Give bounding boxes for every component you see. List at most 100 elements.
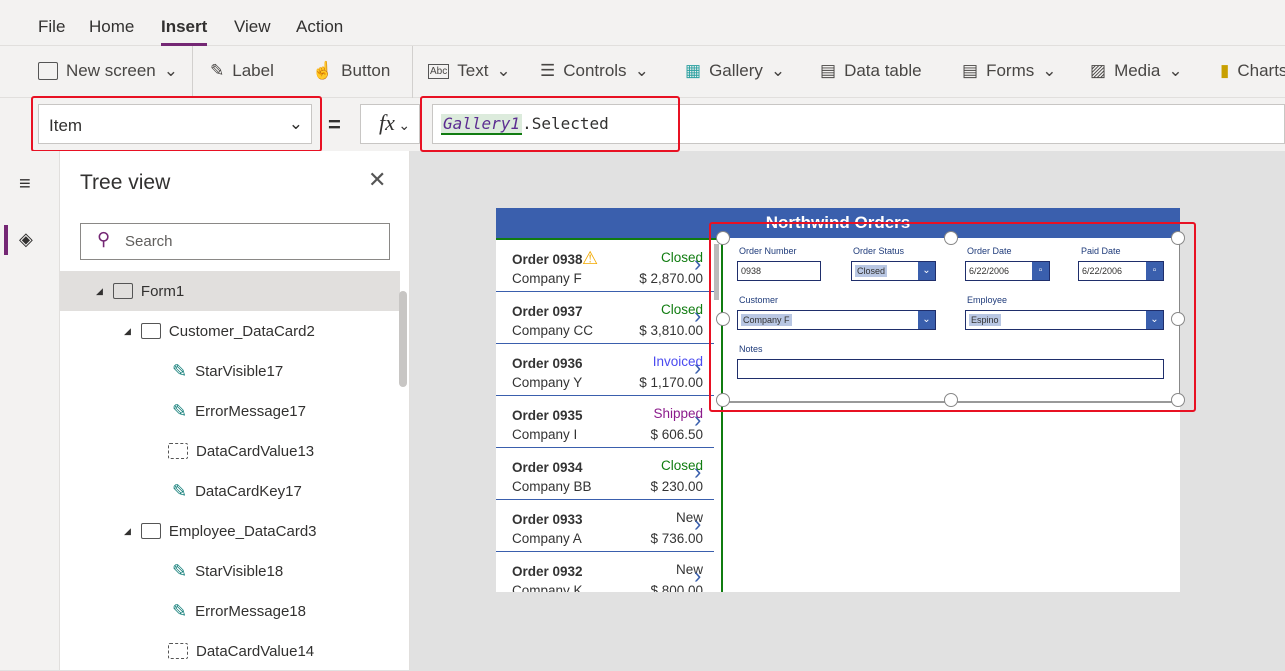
chevron-right-icon[interactable]: › (694, 357, 706, 379)
tree-node[interactable]: ✎ DataCardKey17 (60, 471, 400, 511)
chevron-right-icon[interactable]: › (694, 565, 706, 587)
media-button[interactable]: ▨ Media ⌄ (1090, 61, 1183, 81)
menu-home[interactable]: Home (89, 17, 134, 37)
forms-button[interactable]: ▤ Forms ⌄ (962, 61, 1056, 81)
node-label: Employee_DataCard3 (168, 522, 317, 540)
menu-action[interactable]: Action (296, 17, 343, 37)
close-icon[interactable]: ✕ (368, 167, 386, 193)
charts-label: Charts (1237, 61, 1285, 80)
node-label: StarVisible18 (195, 562, 284, 580)
data-table-button[interactable]: ▤ Data table (820, 61, 922, 81)
form-icon: ▤ (962, 61, 979, 80)
text-button[interactable]: Abc Text ⌄ (428, 61, 511, 81)
menu-bar: File Home Insert View Action (0, 0, 1285, 47)
tree-node[interactable]: ✎ StarVisible18 (60, 551, 400, 591)
resize-handle[interactable] (944, 393, 958, 407)
company: Company F (512, 271, 582, 286)
datacard-icon (140, 523, 161, 539)
chevron-right-icon[interactable]: › (694, 461, 706, 483)
gallery-row[interactable]: Order 0935 Company I Shipped $ 606.50 › (496, 396, 714, 448)
order-number: Order 0932 (512, 564, 583, 579)
node-label: Customer_DataCard2 (168, 322, 315, 340)
edit-icon: ✎ (172, 560, 188, 581)
ribbon-toolbar: New screen ⌄ ✎ Label ☝ Button Abc Text ⌄ ☰ Con… (0, 46, 1285, 98)
tree-node[interactable]: ◢ Customer_DataCard2 (60, 311, 400, 351)
node-label: DataCardValue14 (196, 642, 315, 660)
sliders-icon: ☰ (540, 61, 556, 80)
fx-button[interactable]: fx ⌄ (360, 104, 420, 144)
order-number: Order 0936 (512, 356, 583, 371)
hamburger-icon[interactable]: ≡ (19, 173, 31, 196)
left-rail: ≡ ◈ (0, 151, 60, 670)
search-icon: ⚲ (97, 229, 111, 249)
scrollbar[interactable] (399, 291, 407, 387)
controls-button[interactable]: ☰ Controls ⌄ (540, 61, 649, 81)
controls-label: Controls (563, 61, 627, 80)
resize-handle[interactable] (1171, 393, 1185, 407)
chevron-down-icon: ⌄ (770, 61, 786, 80)
forms-label: Forms (986, 61, 1035, 80)
divider (192, 46, 193, 98)
resize-handle[interactable] (944, 231, 958, 245)
tree-node[interactable]: ✎ ErrorMessage17 (60, 391, 400, 431)
chevron-right-icon[interactable]: › (694, 409, 706, 431)
node-label: Form1 (140, 282, 185, 300)
label-button[interactable]: ✎ Label (210, 61, 274, 81)
tree-node[interactable]: ◢ Employee_DataCard3 (60, 511, 400, 551)
chevron-down-icon: ⌄ (394, 119, 411, 134)
orders-gallery[interactable]: Order 0938 Company F Closed $ 2,870.00 ›… (496, 238, 723, 592)
gallery-row[interactable]: Order 0936 Company Y Invoiced $ 1,170.00… (496, 344, 714, 396)
table-icon: ▤ (820, 61, 837, 80)
chevron-down-icon: ⌄ (1168, 61, 1183, 80)
new-screen-label: New screen (66, 61, 156, 80)
textinput-icon (168, 643, 188, 659)
gallery-row[interactable]: Order 0932 Company K New $ 800.00 › (496, 552, 714, 592)
gallery-row[interactable]: Order 0934 Company BB Closed $ 230.00 › (496, 448, 714, 500)
resize-handle[interactable] (716, 312, 730, 326)
image-icon: ▨ (1090, 61, 1107, 80)
button-button[interactable]: ☝ Button (312, 61, 390, 81)
resize-handle[interactable] (716, 393, 730, 407)
order-number: Order 0934 (512, 460, 583, 475)
chart-icon: ▮ (1220, 61, 1230, 80)
tree-node[interactable]: DataCardValue13 (60, 431, 400, 471)
gallery-button[interactable]: ▦ Gallery ⌄ (685, 61, 785, 81)
charts-button[interactable]: ▮ Charts (1220, 61, 1285, 81)
order-number: Order 0933 (512, 512, 583, 527)
label-label: Label (232, 61, 274, 80)
menu-insert[interactable]: Insert (161, 17, 208, 47)
company: Company BB (512, 479, 592, 494)
chevron-right-icon[interactable]: › (694, 513, 706, 535)
equals-sign: = (328, 112, 341, 137)
pointer-icon: ☝ (312, 61, 334, 80)
tree-node[interactable]: ✎ StarVisible17 (60, 351, 400, 391)
highlight-box (709, 222, 1196, 412)
chevron-down-icon: ⌄ (1042, 61, 1057, 80)
menu-file[interactable]: File (38, 17, 65, 37)
menu-view[interactable]: View (234, 17, 271, 37)
chevron-right-icon[interactable]: › (694, 305, 706, 327)
resize-handle[interactable] (1171, 312, 1185, 326)
new-screen-button[interactable]: New screen ⌄ (38, 61, 178, 81)
chevron-down-icon: ⌄ (634, 61, 649, 80)
new-screen-icon (38, 62, 58, 80)
gallery-row[interactable]: Order 0933 Company A New $ 736.00 › (496, 500, 714, 552)
node-label: ErrorMessage17 (195, 402, 306, 420)
tree-node-form1[interactable]: ◢ Form1 (60, 271, 400, 311)
gallery-row[interactable]: Order 0938 Company F Closed $ 2,870.00 ›… (496, 240, 714, 292)
layers-icon[interactable]: ◈ (19, 229, 33, 250)
chevron-right-icon[interactable]: › (694, 253, 706, 275)
caret-icon: ◢ (124, 525, 131, 536)
company: Company A (512, 531, 582, 546)
button-label: Button (341, 61, 391, 80)
tree-node[interactable]: DataCardValue14 (60, 631, 400, 671)
active-indicator (4, 225, 8, 255)
gallery-row[interactable]: Order 0937 Company CC Closed $ 3,810.00 … (496, 292, 714, 344)
data-table-label: Data table (844, 61, 922, 80)
resize-handle[interactable] (716, 231, 730, 245)
resize-handle[interactable] (1171, 231, 1185, 245)
edit-icon: ✎ (172, 400, 188, 421)
tree-view-panel: Tree view ✕ ⚲ Search ◢ Form1 ◢ Customer_Dat… (60, 151, 410, 670)
tree-node[interactable]: ✎ ErrorMessage18 (60, 591, 400, 631)
search-input[interactable]: ⚲ Search (80, 223, 390, 260)
